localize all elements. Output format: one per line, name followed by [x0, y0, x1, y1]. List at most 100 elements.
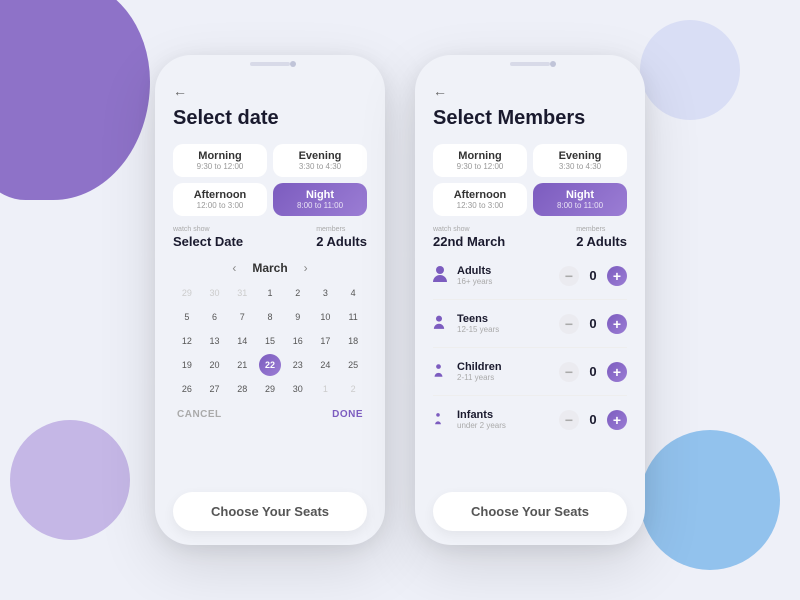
cal-day-23[interactable]: 23 [287, 354, 309, 376]
teens-plus-button[interactable]: + [607, 314, 627, 334]
children-info: Children 2-11 years [457, 361, 559, 382]
cal-day-6[interactable]: 6 [204, 306, 226, 328]
children-age: 2-11 years [457, 373, 559, 382]
time-slots-left: Morning 9:30 to 12:00 Evening 3:30 to 4:… [173, 144, 367, 216]
adults-minus-button[interactable]: − [559, 266, 579, 286]
member-row-teens: Teens 12-15 years − 0 + [433, 309, 627, 338]
cal-day-18[interactable]: 18 [342, 330, 364, 352]
cal-day-31-prev[interactable]: 31 [231, 282, 253, 304]
adults-name: Adults [457, 265, 559, 277]
back-button-right[interactable]: ← [433, 83, 627, 99]
adults-icon [433, 265, 449, 286]
slot-morning-left[interactable]: Morning 9:30 to 12:00 [173, 144, 267, 177]
slot-afternoon-time-left: 12:00 to 3:00 [181, 201, 259, 210]
adults-controls: − 0 + [559, 266, 627, 286]
slot-night-right[interactable]: Night 8:00 to 11:00 [533, 183, 627, 216]
choose-seats-button-right[interactable]: Choose Your Seats [433, 492, 627, 531]
slot-night-left[interactable]: Night 8:00 to 11:00 [273, 183, 367, 216]
teens-name: Teens [457, 313, 559, 325]
slot-evening-left[interactable]: Evening 3:30 to 4:30 [273, 144, 367, 177]
cal-day-16[interactable]: 16 [287, 330, 309, 352]
cal-day-13[interactable]: 13 [204, 330, 226, 352]
cal-day-2[interactable]: 2 [287, 282, 309, 304]
member-row-adults: Adults 16+ years − 0 + [433, 261, 627, 290]
phone-right: ← Select Members Morning 9:30 to 12:00 E… [415, 55, 645, 545]
cal-day-30[interactable]: 30 [287, 378, 309, 400]
watch-show-value-left: Select Date [173, 234, 243, 249]
calendar-nav-left: ‹ March › [173, 261, 367, 275]
cal-next-left[interactable]: › [304, 261, 308, 275]
cal-day-25[interactable]: 25 [342, 354, 364, 376]
infants-minus-button[interactable]: − [559, 410, 579, 430]
members-item-left: Members 2 Adults [316, 226, 367, 251]
cal-day-4[interactable]: 4 [342, 282, 364, 304]
members-label-left: Members [316, 226, 367, 233]
cal-day-8[interactable]: 8 [259, 306, 281, 328]
cal-day-29-prev[interactable]: 29 [176, 282, 198, 304]
divider-3 [433, 395, 627, 396]
cal-prev-left[interactable]: ‹ [232, 261, 236, 275]
cal-day-19[interactable]: 19 [176, 354, 198, 376]
infants-icon [433, 412, 449, 428]
teens-info: Teens 12-15 years [457, 313, 559, 334]
cal-day-9[interactable]: 9 [287, 306, 309, 328]
slot-morning-right[interactable]: Morning 9:30 to 12:00 [433, 144, 527, 177]
phone-camera-right [550, 61, 556, 67]
member-row-children: Children 2-11 years − 0 + [433, 357, 627, 386]
infants-count: 0 [585, 412, 601, 427]
back-button-left[interactable]: ← [173, 83, 367, 99]
adults-plus-button[interactable]: + [607, 266, 627, 286]
cal-day-29[interactable]: 29 [259, 378, 281, 400]
cal-day-11[interactable]: 11 [342, 306, 364, 328]
cal-day-21[interactable]: 21 [231, 354, 253, 376]
cal-day-15[interactable]: 15 [259, 330, 281, 352]
cal-day-27[interactable]: 27 [204, 378, 226, 400]
members-value-left: 2 Adults [316, 234, 367, 249]
cal-day-12[interactable]: 12 [176, 330, 198, 352]
infants-plus-button[interactable]: + [607, 410, 627, 430]
cal-day-5[interactable]: 5 [176, 306, 198, 328]
cal-day-1[interactable]: 1 [259, 282, 281, 304]
teens-minus-button[interactable]: − [559, 314, 579, 334]
cal-day-26[interactable]: 26 [176, 378, 198, 400]
children-minus-button[interactable]: − [559, 362, 579, 382]
slot-evening-time-left: 3:30 to 4:30 [281, 162, 359, 171]
slot-afternoon-right[interactable]: Afternoon 12:30 to 3:00 [433, 183, 527, 216]
cal-week-2-left: 12 13 14 15 16 17 18 [173, 329, 367, 353]
slot-morning-time-left: 9:30 to 12:00 [181, 162, 259, 171]
cancel-button-left[interactable]: CANCEL [177, 409, 222, 420]
watch-show-label-left: watch show [173, 226, 243, 233]
members-value-right: 2 Adults [576, 234, 627, 249]
cal-week-3-left: 19 20 21 22 23 24 25 [173, 353, 367, 377]
cal-day-30-prev[interactable]: 30 [204, 282, 226, 304]
cal-day-2-next[interactable]: 2 [342, 378, 364, 400]
cal-day-14[interactable]: 14 [231, 330, 253, 352]
children-name: Children [457, 361, 559, 373]
slot-afternoon-label-right: Afternoon [441, 189, 519, 201]
slot-night-time-right: 8:00 to 11:00 [541, 201, 619, 210]
cal-day-1-next[interactable]: 1 [314, 378, 336, 400]
cal-day-3[interactable]: 3 [314, 282, 336, 304]
done-button-left[interactable]: DONE [332, 409, 363, 420]
slot-evening-right[interactable]: Evening 3:30 to 4:30 [533, 144, 627, 177]
choose-seats-button-left[interactable]: Choose Your Seats [173, 492, 367, 531]
cal-day-24[interactable]: 24 [314, 354, 336, 376]
slot-evening-label-left: Evening [281, 150, 359, 162]
cal-week-0-left: 29 30 31 1 2 3 4 [173, 281, 367, 305]
cal-day-20[interactable]: 20 [204, 354, 226, 376]
children-plus-button[interactable]: + [607, 362, 627, 382]
infants-age: under 2 years [457, 421, 559, 430]
cal-day-10[interactable]: 10 [314, 306, 336, 328]
cal-day-7[interactable]: 7 [231, 306, 253, 328]
teens-age: 12-15 years [457, 325, 559, 334]
phone-right-content: ← Select Members Morning 9:30 to 12:00 E… [415, 55, 645, 484]
screen-title-left: Select date [173, 107, 367, 130]
cal-day-17[interactable]: 17 [314, 330, 336, 352]
cal-week-1-left: 5 6 7 8 9 10 11 [173, 305, 367, 329]
cal-day-28[interactable]: 28 [231, 378, 253, 400]
members-list: Adults 16+ years − 0 + [433, 261, 627, 434]
slot-afternoon-left[interactable]: Afternoon 12:00 to 3:00 [173, 183, 267, 216]
adults-info: Adults 16+ years [457, 265, 559, 286]
infants-name: Infants [457, 409, 559, 421]
cal-day-22-selected[interactable]: 22 [259, 354, 281, 376]
